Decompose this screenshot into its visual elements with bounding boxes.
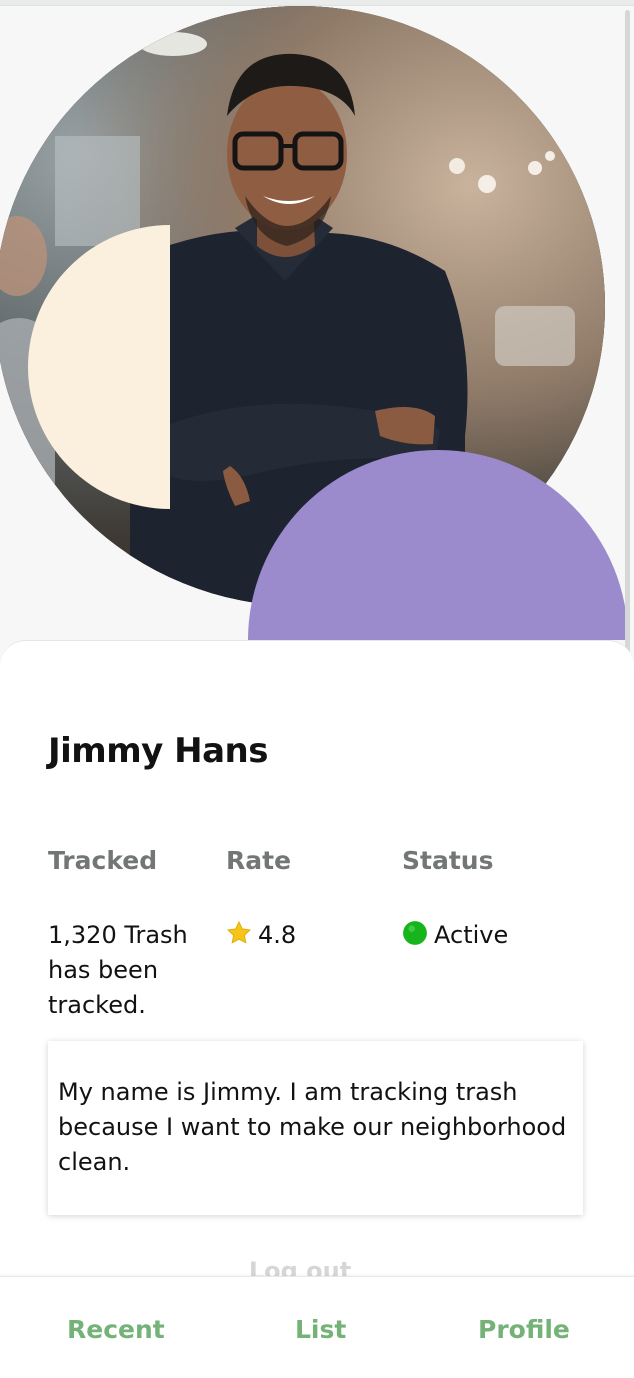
bio-text: My name is Jimmy. I am tracking trash be… [58, 1078, 567, 1176]
bio-box: My name is Jimmy. I am tracking trash be… [48, 1041, 583, 1215]
profile-hero [0, 0, 634, 640]
profile-card: Jimmy Hans Tracked Rate Status 1,320 Tra… [0, 640, 634, 1378]
tracked-value: 1,320 Trash has been tracked. [48, 921, 188, 1019]
tracked-label: Tracked [48, 846, 158, 875]
rate-label: Rate [226, 846, 292, 875]
star-icon [226, 920, 252, 944]
status-label: Status [402, 846, 494, 875]
status-value: Active [434, 921, 509, 949]
status-value-group: Active [402, 918, 508, 953]
bottom-nav: Recent List Profile [0, 1276, 634, 1378]
nav-recent[interactable]: Recent [67, 1315, 165, 1344]
nav-profile[interactable]: Profile [478, 1315, 570, 1344]
rate-value-group: 4.8 [226, 918, 296, 953]
nav-list[interactable]: List [295, 1315, 346, 1344]
rate-value: 4.8 [258, 921, 297, 949]
profile-name: Jimmy Hans [48, 731, 269, 771]
green-circle-icon [403, 921, 427, 945]
